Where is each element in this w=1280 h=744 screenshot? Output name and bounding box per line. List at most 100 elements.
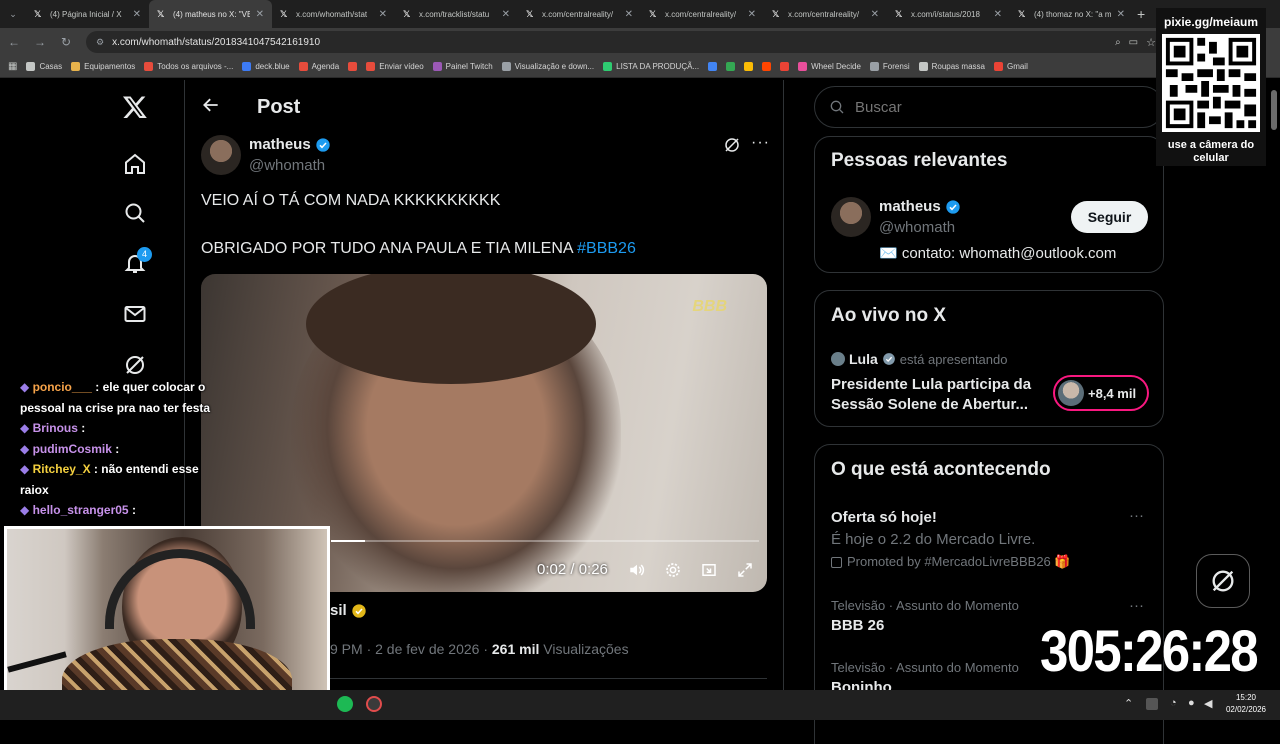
fullscreen-icon[interactable] bbox=[736, 561, 754, 584]
grok-icon[interactable] bbox=[120, 350, 150, 380]
video-source-name[interactable]: sil bbox=[330, 602, 347, 619]
bookmark-item[interactable]: LISTA DA PRODUÇÃ... bbox=[603, 62, 699, 71]
tab-close-icon[interactable]: ✕ bbox=[625, 9, 633, 20]
browser-tab[interactable]: 𝕏x.com/centralreality/ ✕ bbox=[764, 0, 887, 28]
grok-floating-button[interactable] bbox=[1196, 554, 1250, 608]
bookmark-item[interactable] bbox=[762, 62, 772, 71]
follow-button[interactable]: Seguir bbox=[1071, 201, 1148, 233]
app-icon[interactable] bbox=[366, 696, 382, 712]
live-headline[interactable]: Presidente Lula participa da Sessão Sole… bbox=[831, 375, 1046, 415]
bookmark-item[interactable]: Painel Twitch bbox=[432, 62, 493, 71]
page-scrollbar[interactable] bbox=[1271, 90, 1277, 130]
browser-tab[interactable]: 𝕏 (4) thomaz no X: "a m ✕ bbox=[1010, 0, 1133, 28]
relevant-name[interactable]: matheus bbox=[879, 198, 941, 215]
site-info-icon[interactable]: ⚙ bbox=[96, 37, 104, 48]
live-listeners-pill[interactable]: +8,4 mil bbox=[1053, 375, 1149, 411]
tab-close-icon[interactable]: ✕ bbox=[871, 9, 879, 20]
chat-username[interactable]: Brinous bbox=[33, 421, 78, 435]
spotify-icon[interactable] bbox=[337, 696, 353, 712]
notifications-icon[interactable]: 4 bbox=[120, 247, 152, 278]
bookmark-label: Enviar vídeo bbox=[379, 62, 424, 71]
tab-close-icon[interactable]: ✕ bbox=[502, 9, 510, 20]
back-button[interactable] bbox=[201, 95, 223, 117]
relevant-avatar[interactable] bbox=[831, 197, 871, 237]
settings-gear-icon[interactable] bbox=[664, 561, 682, 584]
bookmark-icon bbox=[798, 62, 808, 71]
explore-icon[interactable] bbox=[120, 198, 150, 228]
bookmark-item[interactable]: Visualização e down... bbox=[501, 62, 594, 71]
search-input[interactable] bbox=[855, 98, 1115, 116]
live-title: Ao vivo no X bbox=[831, 305, 947, 326]
tab-close-icon[interactable]: ✕ bbox=[379, 9, 387, 20]
chat-username[interactable]: pudimCosmik bbox=[33, 442, 112, 456]
more-options-icon[interactable]: ··· bbox=[1129, 507, 1144, 524]
tab-close-icon[interactable]: ✕ bbox=[256, 9, 264, 20]
bookmark-item[interactable] bbox=[726, 62, 736, 71]
bookmark-item[interactable] bbox=[708, 62, 718, 71]
speaker-icon[interactable]: ◀ bbox=[1204, 697, 1212, 710]
browser-tab[interactable]: 𝕏x.com/i/status/2018 ✕ bbox=[887, 0, 1010, 28]
new-tab-button[interactable]: + bbox=[1133, 6, 1145, 22]
author-avatar[interactable] bbox=[201, 135, 241, 175]
browser-tab[interactable]: 𝕏x.com/whomath/stat ✕ bbox=[272, 0, 395, 28]
bookmark-item[interactable]: Todos os arquivos -... bbox=[144, 62, 233, 71]
forward-icon[interactable]: → bbox=[34, 35, 46, 49]
tab-close-icon[interactable]: ✕ bbox=[133, 9, 141, 20]
browser-tab[interactable]: 𝕏x.com/tracklist/statu ✕ bbox=[395, 0, 518, 28]
back-icon[interactable]: ← bbox=[8, 35, 20, 49]
reload-icon[interactable]: ↻ bbox=[60, 35, 72, 49]
bookmark-item[interactable] bbox=[744, 62, 754, 71]
volume-icon[interactable] bbox=[627, 561, 647, 584]
apps-icon[interactable]: ▦ bbox=[8, 61, 17, 72]
chat-username[interactable]: hello_stranger05 bbox=[33, 503, 129, 517]
bookmark-item[interactable] bbox=[348, 62, 358, 71]
picture-in-picture-icon[interactable] bbox=[700, 561, 718, 584]
zoom-icon[interactable]: ⌕ bbox=[1115, 37, 1121, 48]
more-options-icon[interactable]: ··· bbox=[751, 134, 770, 152]
grok-explain-icon[interactable] bbox=[723, 136, 741, 159]
tab-close-icon[interactable]: ✕ bbox=[994, 9, 1002, 20]
chat-username[interactable]: Ritchey_X bbox=[33, 462, 91, 476]
author-handle[interactable]: @whomath bbox=[249, 157, 325, 174]
author-name[interactable]: matheus bbox=[249, 136, 311, 153]
messages-icon[interactable] bbox=[120, 299, 150, 329]
browser-tab[interactable]: 𝕏x.com/centralreality/ ✕ bbox=[641, 0, 764, 28]
bookmark-item[interactable]: Enviar vídeo bbox=[366, 62, 424, 71]
tray-app-icon[interactable] bbox=[1146, 698, 1158, 710]
video-progress-track[interactable] bbox=[331, 540, 759, 542]
browser-tab[interactable]: 𝕏 (4) matheus no X: "VE ✕ bbox=[149, 0, 272, 28]
browser-tab[interactable]: 𝕏x.com/centralreality/ ✕ bbox=[518, 0, 641, 28]
bookmark-item[interactable]: Casas bbox=[26, 62, 62, 71]
post-timestamp[interactable]: 9 PM · 2 de fev de 2026 · bbox=[330, 641, 492, 657]
tray-chevron-icon[interactable]: ⌃ bbox=[1124, 697, 1133, 710]
clock-date[interactable]: 02/02/2026 bbox=[1220, 705, 1272, 714]
trend-item-promoted[interactable]: Oferta só hoje! É hoje o 2.2 do Mercado … bbox=[815, 505, 1163, 580]
bookmark-item[interactable]: Agenda bbox=[298, 62, 339, 71]
url-field[interactable]: ⚙ x.com/whomath/status/20183410475421619… bbox=[86, 31, 1166, 53]
bookmark-item[interactable]: deck.blue bbox=[242, 62, 290, 71]
chat-badge-icon: ◆ bbox=[20, 462, 33, 476]
clock-time[interactable]: 15:20 bbox=[1226, 693, 1266, 702]
browser-tab[interactable]: 𝕏 (4) Página Inicial / X ✕ bbox=[26, 0, 149, 28]
bookmark-item[interactable]: Forensi bbox=[869, 62, 910, 71]
search-box[interactable] bbox=[814, 86, 1164, 128]
relevant-handle[interactable]: @whomath bbox=[879, 219, 955, 236]
chat-text: raiox bbox=[20, 482, 49, 497]
bookmark-item[interactable]: Gmail bbox=[993, 62, 1028, 71]
tab-close-icon[interactable]: ✕ bbox=[748, 9, 756, 20]
bookmark-item[interactable] bbox=[780, 62, 790, 71]
live-host[interactable]: Lula bbox=[849, 351, 878, 367]
more-options-icon[interactable]: ··· bbox=[1129, 597, 1144, 614]
tab-search-button[interactable]: ⌄ bbox=[0, 0, 26, 28]
wifi-icon[interactable]: ◔ bbox=[1170, 697, 1177, 709]
hashtag-link[interactable]: #BBB26 bbox=[577, 240, 636, 257]
tab-close-icon[interactable]: ✕ bbox=[1117, 9, 1125, 20]
bookmark-item[interactable]: Roupas massa bbox=[918, 62, 985, 71]
mic-icon[interactable]: ● bbox=[1188, 697, 1195, 709]
home-icon[interactable] bbox=[120, 149, 150, 179]
bookmark-item[interactable]: Wheel Decide bbox=[798, 62, 861, 71]
x-logo-icon[interactable] bbox=[120, 92, 150, 122]
chat-username[interactable]: poncio___ bbox=[33, 380, 92, 394]
bookmark-item[interactable]: Equipamentos bbox=[71, 62, 135, 71]
cast-icon[interactable]: ▭ bbox=[1129, 37, 1138, 48]
